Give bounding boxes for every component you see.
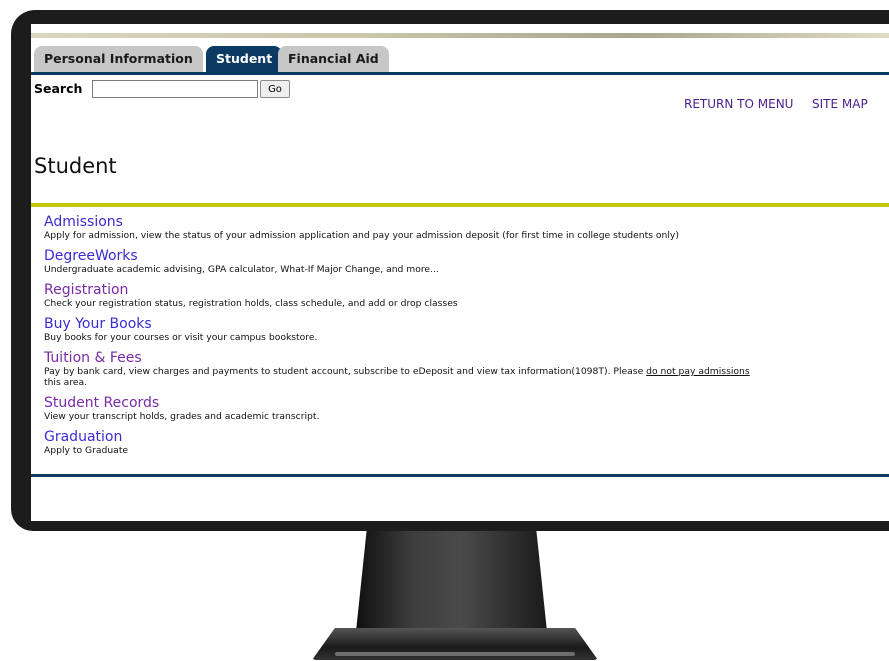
menu-item-graduation: Graduation Apply to Graduate: [44, 429, 889, 456]
tab-financial-aid[interactable]: Financial Aid: [278, 46, 389, 72]
menu-item-buy-your-books: Buy Your Books Buy books for your course…: [44, 316, 889, 343]
tab-student[interactable]: Student: [206, 46, 283, 72]
menu-item-degreeworks: DegreeWorks Undergraduate academic advis…: [44, 248, 889, 275]
admissions-link[interactable]: Admissions: [44, 214, 889, 230]
degreeworks-link[interactable]: DegreeWorks: [44, 248, 889, 264]
description-text: this area.: [44, 377, 88, 388]
monitor-stand-neck: [355, 531, 548, 641]
bottom-divider: [31, 474, 889, 477]
menu-item-registration: Registration Check your registration sta…: [44, 282, 889, 309]
monitor-stand-shine: [335, 652, 575, 656]
site-map-link[interactable]: SITE MAP: [812, 97, 868, 111]
page-title: Student: [34, 154, 117, 178]
title-divider: [31, 203, 889, 207]
student-menu: Admissions Apply for admission, view the…: [44, 214, 889, 463]
tab-personal-information[interactable]: Personal Information: [34, 46, 203, 72]
menu-description: Pay by bank card, view charges and payme…: [44, 366, 889, 388]
menu-item-admissions: Admissions Apply for admission, view the…: [44, 214, 889, 241]
student-records-link[interactable]: Student Records: [44, 395, 889, 411]
menu-description: Check your registration status, registra…: [44, 298, 458, 309]
menu-description: Undergraduate academic advising, GPA cal…: [44, 264, 439, 275]
return-to-menu-link[interactable]: RETURN TO MENU: [684, 97, 793, 111]
buy-your-books-link[interactable]: Buy Your Books: [44, 316, 889, 332]
menu-item-tuition-fees: Tuition & Fees Pay by bank card, view ch…: [44, 350, 889, 388]
search-label: Search: [34, 81, 83, 96]
menu-item-student-records: Student Records View your transcript hol…: [44, 395, 889, 422]
graduation-link[interactable]: Graduation: [44, 429, 889, 445]
menu-description: Buy books for your courses or visit your…: [44, 332, 318, 343]
menu-description: Apply to Graduate: [44, 445, 129, 456]
go-button[interactable]: Go: [260, 80, 290, 98]
description-text: Pay by bank card, view charges and payme…: [44, 366, 647, 377]
header-banner-bar: [31, 33, 889, 38]
search-input[interactable]: [92, 80, 258, 98]
header-banner: [31, 24, 889, 38]
menu-description: Apply for admission, view the status of …: [44, 230, 679, 241]
tuition-fees-link[interactable]: Tuition & Fees: [44, 350, 889, 366]
menu-description: View your transcript holds, grades and a…: [44, 411, 320, 422]
registration-link[interactable]: Registration: [44, 282, 889, 298]
tab-bar: Personal Information Student Financial A…: [31, 46, 889, 74]
tab-underline: [31, 72, 889, 75]
do-not-pay-admissions-link[interactable]: do not pay admissions: [646, 366, 749, 377]
monitor-screen: Personal Information Student Financial A…: [31, 24, 889, 521]
